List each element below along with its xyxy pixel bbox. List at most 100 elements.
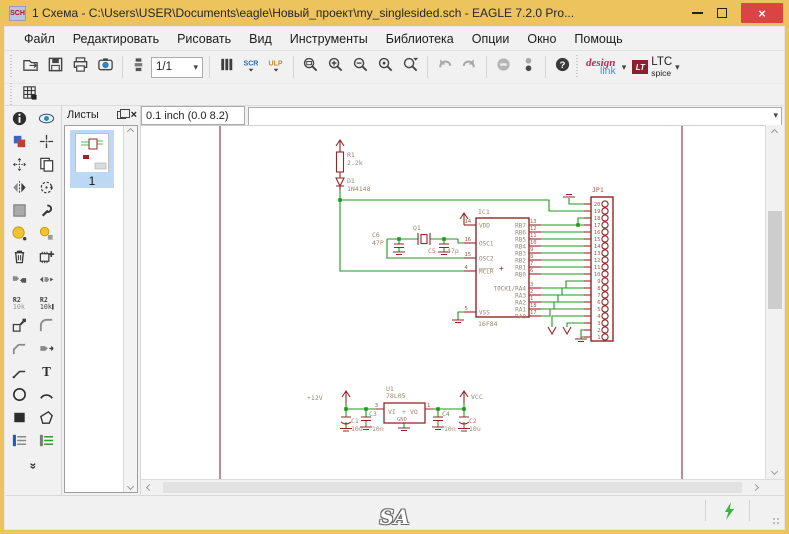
horizontal-scrollbar[interactable]: [141, 479, 784, 495]
ic-pin-number: 1: [530, 296, 533, 302]
more-tools-button[interactable]: »: [5, 458, 61, 472]
undo-button[interactable]: [432, 55, 457, 80]
save-button[interactable]: [43, 55, 68, 80]
gateswap-tool-button[interactable]: [34, 271, 59, 293]
split-tool-button[interactable]: [7, 340, 32, 362]
arc-tool-button[interactable]: [34, 386, 59, 408]
change-tool-button[interactable]: [34, 202, 59, 224]
scroll-down-icon[interactable]: [771, 468, 778, 475]
toolbar-drag-handle[interactable]: [10, 55, 15, 79]
menu-item-3[interactable]: Рисовать: [168, 32, 240, 46]
smash-tool-button[interactable]: [7, 317, 32, 339]
sheet-thumbnail-preview: [75, 133, 109, 172]
net-tool-button[interactable]: [34, 432, 59, 454]
name-tool-button[interactable]: R210k: [7, 294, 32, 316]
menu-item-2[interactable]: Редактировать: [64, 32, 168, 46]
connector-pin-number: 14: [594, 244, 601, 250]
menu-item-4[interactable]: Вид: [240, 32, 281, 46]
resize-grip[interactable]: [772, 517, 781, 526]
run-script-button[interactable]: SCR: [239, 55, 264, 80]
delete-icon: [11, 248, 28, 270]
close-button[interactable]: ×: [741, 3, 783, 23]
show-tool-button[interactable]: [34, 110, 59, 132]
paste-tool-button[interactable]: [34, 225, 59, 247]
sheets-scrollbar[interactable]: [123, 126, 137, 492]
text-icon: T: [38, 363, 55, 385]
designlink-button[interactable]: design link ▾: [586, 58, 626, 77]
scroll-right-icon[interactable]: [752, 484, 759, 491]
float-panel-icon[interactable]: [117, 111, 126, 119]
undo-icon: [436, 56, 453, 78]
bus-tool-button[interactable]: [7, 432, 32, 454]
polygon-tool-button[interactable]: [34, 409, 59, 431]
run-ulp-button[interactable]: ULP: [264, 55, 289, 80]
invoke-tool-button[interactable]: [34, 340, 59, 362]
add-tool-button[interactable]: [34, 248, 59, 270]
title-bar[interactable]: SCH 1 Схема - C:\Users\USER\Documents\ea…: [0, 0, 789, 26]
group-tool-button[interactable]: [7, 202, 32, 224]
connector-pad: [602, 264, 608, 270]
maximize-button[interactable]: [717, 8, 727, 18]
connector-pin-number: 4: [597, 314, 601, 320]
svg-text:VI: VI: [388, 408, 396, 416]
copy-tool-button[interactable]: [34, 156, 59, 178]
schematic-canvas[interactable]: R1 2.2k D1 1N4148 Q1 C6 47P C5 47p IC1 1: [141, 125, 765, 479]
sheet-stack-button[interactable]: [127, 57, 149, 77]
ic-pin-name: RB0: [515, 272, 526, 279]
open-button[interactable]: [18, 55, 43, 80]
stop-button[interactable]: [491, 55, 516, 80]
text-tool-button[interactable]: T: [34, 363, 59, 385]
menu-item-5[interactable]: Инструменты: [281, 32, 377, 46]
delete-tool-button[interactable]: [7, 248, 32, 270]
mirror-tool-button[interactable]: [7, 179, 32, 201]
sheet-selector[interactable]: 1/1 ▾: [151, 57, 203, 78]
horizontal-scroll-thumb[interactable]: [163, 482, 742, 493]
scroll-down-icon[interactable]: [127, 483, 134, 490]
rotate-tool-button[interactable]: [34, 179, 59, 201]
zoom-redraw-button[interactable]: [398, 55, 423, 80]
menu-item-9[interactable]: Помощь: [565, 32, 631, 46]
miter-tool-button[interactable]: [34, 317, 59, 339]
close-panel-icon[interactable]: ×: [131, 110, 137, 121]
menu-item-1[interactable]: Файл: [15, 32, 64, 46]
vertical-scroll-thumb[interactable]: [768, 211, 782, 309]
scroll-up-icon[interactable]: [127, 128, 134, 135]
zoom-out-button[interactable]: [348, 55, 373, 80]
menu-item-8[interactable]: Окно: [518, 32, 565, 46]
move-tool-button[interactable]: [7, 156, 32, 178]
go-button[interactable]: [516, 55, 541, 80]
toolbar-drag-handle[interactable]: [10, 83, 15, 107]
scroll-up-icon[interactable]: [771, 129, 778, 136]
display-tool-button[interactable]: [7, 133, 32, 155]
svg-text:78L05: 78L05: [386, 392, 406, 400]
sheet-thumbnail[interactable]: 1: [70, 130, 114, 188]
help-button[interactable]: ?: [550, 55, 575, 80]
rect-tool-button[interactable]: [7, 409, 32, 431]
cut-tool-button[interactable]: [7, 225, 32, 247]
wire-tool-button[interactable]: [7, 363, 32, 385]
cam-processor-button[interactable]: [93, 55, 118, 80]
mark-tool-button[interactable]: [34, 133, 59, 155]
redo-button[interactable]: [457, 55, 482, 80]
zoom-in-button[interactable]: [323, 55, 348, 80]
command-line-input[interactable]: [248, 107, 782, 126]
minimize-button[interactable]: [692, 12, 703, 14]
pinswap-tool-button[interactable]: [7, 271, 32, 293]
toolbar-drag-handle[interactable]: [576, 55, 581, 79]
zoom-fit-button[interactable]: [298, 55, 323, 80]
print-button[interactable]: [68, 55, 93, 80]
scroll-left-icon[interactable]: [146, 484, 153, 491]
use-library-button[interactable]: [214, 55, 239, 80]
menu-item-7[interactable]: Опции: [463, 32, 519, 46]
toolbar-separator: [545, 56, 546, 78]
vertical-scrollbar[interactable]: [765, 125, 784, 479]
info-tool-button[interactable]: [7, 110, 32, 132]
mark-icon: [38, 133, 55, 155]
menu-item-6[interactable]: Библиотека: [377, 32, 463, 46]
zoom-select-button[interactable]: [373, 55, 398, 80]
ltspice-button[interactable]: LT LTC spice ▾: [632, 57, 679, 77]
circle-tool-button[interactable]: [7, 386, 32, 408]
grid-button[interactable]: [18, 85, 40, 105]
value-tool-button[interactable]: R210k: [34, 294, 59, 316]
zoom-out-icon: [352, 56, 369, 78]
